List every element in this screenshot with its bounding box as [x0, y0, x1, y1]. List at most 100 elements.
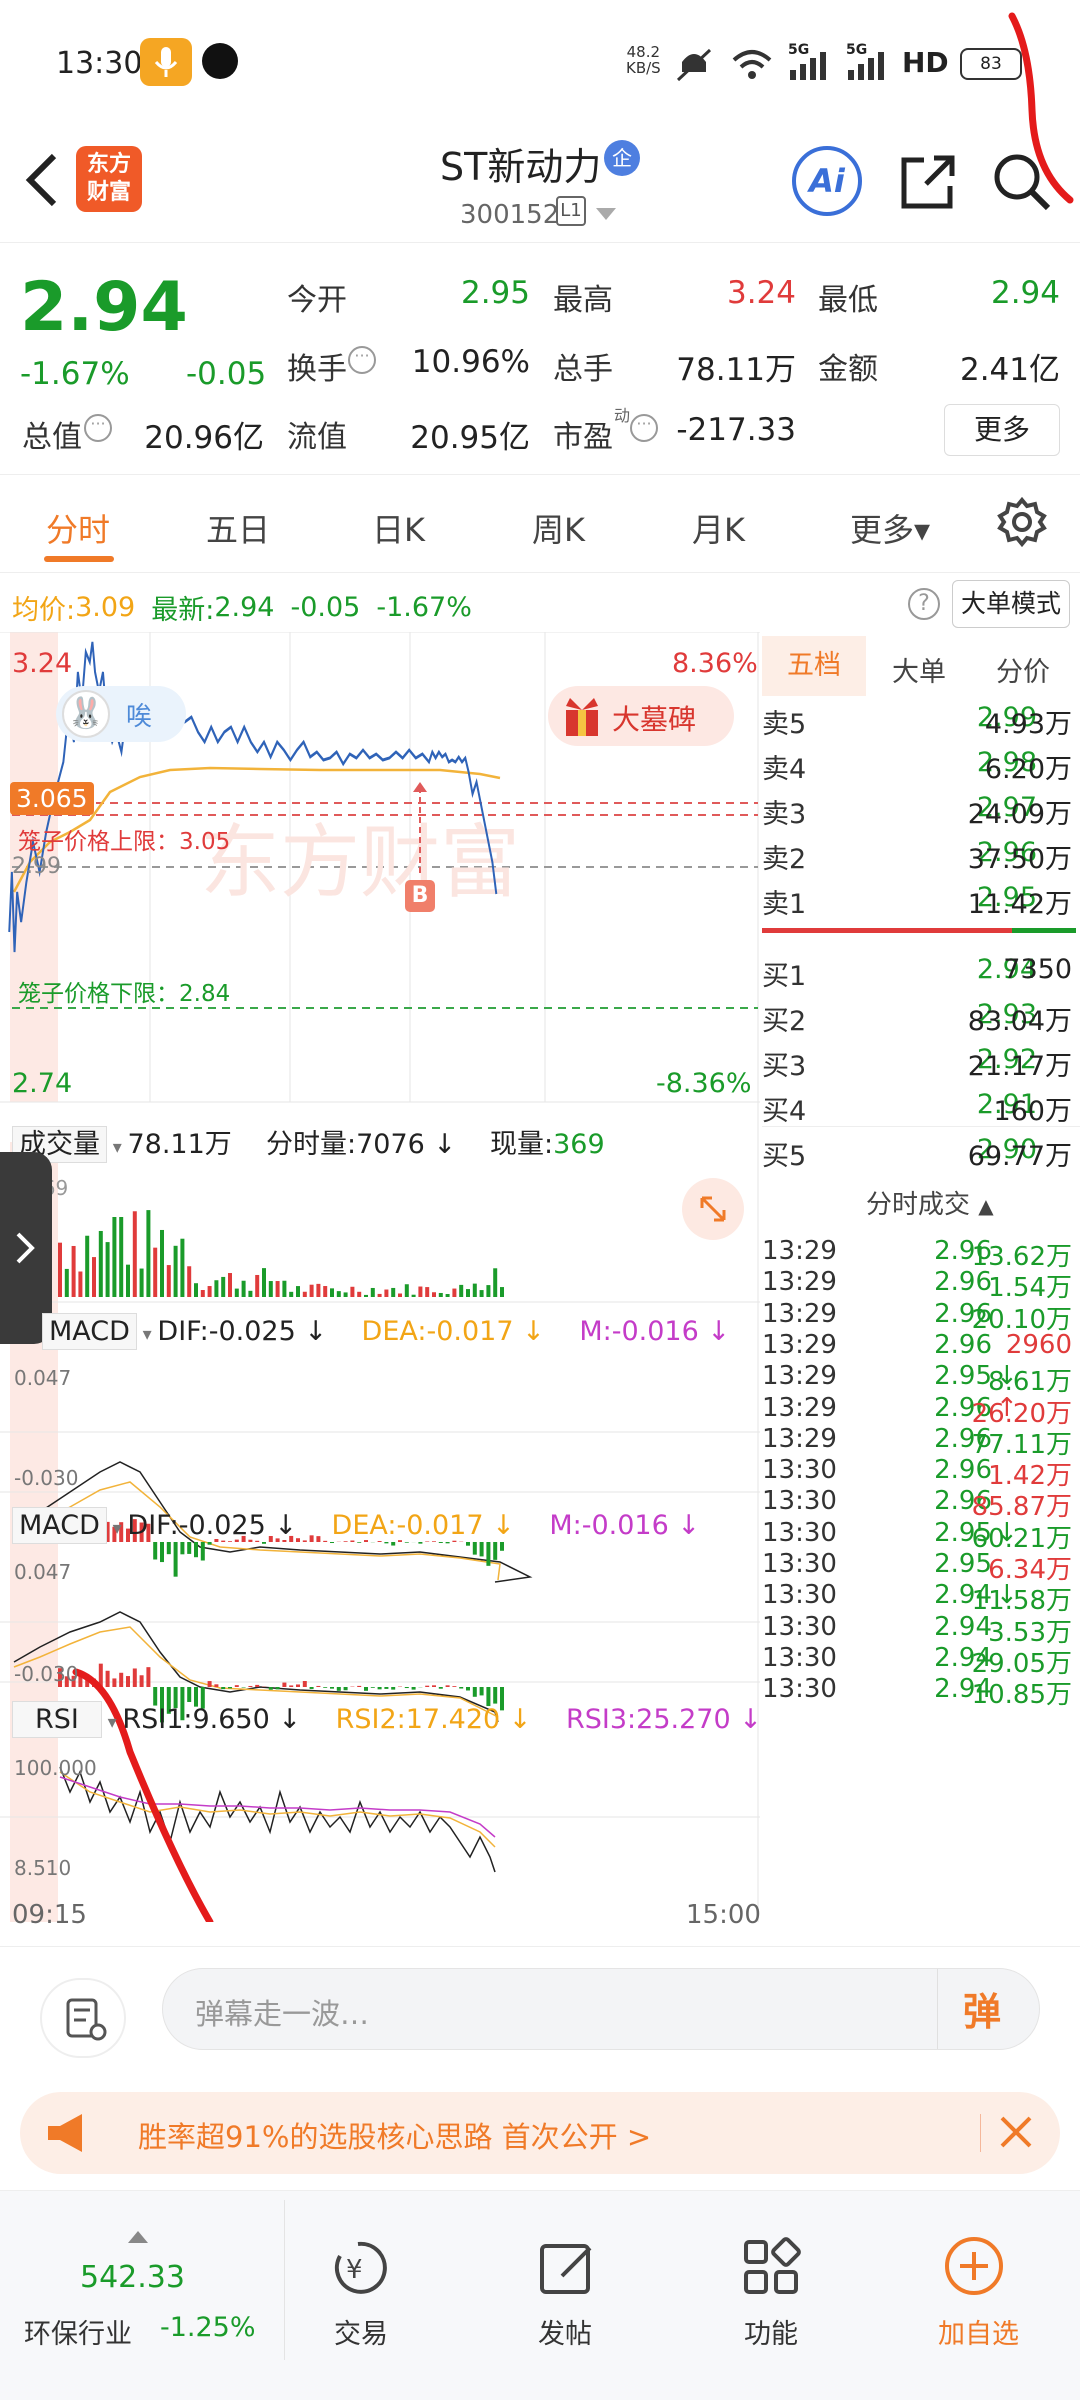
chart-bar [98, 1230, 103, 1297]
chart-bar [262, 1542, 266, 1544]
chart-bar [425, 1287, 430, 1297]
status-time: 13:30 [56, 46, 143, 81]
close-icon[interactable] [996, 2112, 1036, 2156]
trade-label[interactable]: 交易 [334, 2312, 388, 2351]
function-label[interactable]: 功能 [744, 2312, 798, 2351]
chart-bar [241, 1280, 246, 1297]
grid-icon[interactable] [740, 2236, 804, 2304]
status-bar: 13:30 48.2 KB/S 5G 5G HD 83 [0, 0, 1080, 130]
chart-bar [248, 1685, 253, 1687]
divider [980, 2114, 981, 2152]
add-circle-icon[interactable] [942, 2234, 1006, 2302]
chart-bar [404, 1542, 409, 1543]
trade-price: 2.94 [934, 1611, 992, 1642]
tab-price-dist[interactable]: 分价 [996, 650, 1050, 689]
chart-bar [228, 1273, 232, 1297]
chart-bar [105, 1242, 110, 1297]
trade-time: 13:30 [762, 1642, 837, 1673]
order-book-row[interactable]: 卖5 2.99 4.93万 [762, 702, 1076, 742]
info-icon[interactable]: ··· [84, 414, 112, 442]
order-book-row[interactable]: 买2 2.93 83.04万 [762, 999, 1076, 1039]
order-book-row[interactable]: 卖3 2.97 24.09万 [762, 792, 1076, 832]
order-volume: 4.93万 [984, 709, 1072, 740]
chart-bar [78, 1271, 83, 1297]
info-icon[interactable]: ··· [348, 346, 376, 374]
tab-weekly[interactable]: 周K [532, 505, 585, 551]
chart-bar [486, 1542, 491, 1566]
gear-icon[interactable] [996, 496, 1048, 552]
trade-row: 13:30 2.95 ↓ 60.21万 [762, 1518, 1080, 1554]
chart-bar [350, 1286, 355, 1297]
buy-marker[interactable]: B [405, 880, 435, 912]
chart-bar [479, 1687, 484, 1696]
chart-bar [384, 1289, 389, 1297]
macd1-selector[interactable]: MACD [42, 1313, 137, 1350]
chat-icon [202, 43, 238, 79]
back-icon[interactable] [22, 150, 62, 214]
promo-banner[interactable]: 胜率超91%的选股核心思路 首次公开 > [20, 2092, 1060, 2174]
chart-bar [452, 1686, 457, 1687]
order-book-row[interactable]: 买5 2.90 69.77万 [762, 1134, 1076, 1174]
mascot-bubble[interactable]: 🐰 唉 [56, 686, 186, 742]
index-name[interactable]: 环保行业 [24, 2312, 132, 2351]
chart-bar [302, 1291, 307, 1297]
order-volume: 21.17万 [967, 1051, 1072, 1082]
chart-bar [432, 1541, 436, 1542]
chart-top-pct: 8.36% [672, 648, 758, 679]
rsi-selector[interactable]: RSI [12, 1701, 102, 1738]
chevron-down-icon[interactable] [594, 206, 618, 226]
trade-time: 13:30 [762, 1486, 837, 1517]
trades-title[interactable]: 分时成交 ▲ [866, 1184, 994, 1221]
tab-minute[interactable]: 分时 [46, 505, 110, 551]
edit-icon[interactable] [536, 2236, 600, 2304]
tab-daily[interactable]: 日K [372, 505, 425, 551]
chart-bar [282, 1280, 287, 1297]
ai-button[interactable]: Ai [792, 146, 862, 216]
chart-bar [221, 1276, 226, 1297]
post-label[interactable]: 发帖 [538, 2312, 592, 2351]
danmaku-send-button[interactable]: 弹 [963, 1981, 1001, 2036]
trade-icon[interactable]: ¥ [326, 2236, 390, 2304]
trade-row: 13:30 2.96 85.87万 [762, 1486, 1080, 1522]
hd-indicator: HD [902, 46, 949, 79]
chart-bar [268, 1687, 273, 1690]
tab-5day[interactable]: 五日 [206, 505, 270, 551]
order-book-row[interactable]: 卖1 2.95 11.42万 [762, 882, 1076, 922]
event-tag-text: 大墓碑 [612, 703, 697, 736]
level-badge[interactable]: L1 [556, 196, 586, 226]
danmaku-settings-icon[interactable] [40, 1978, 126, 2058]
chart-bar [411, 1687, 416, 1690]
chart-bar [432, 1685, 436, 1687]
chart-bar [173, 1245, 178, 1297]
info-icon[interactable]: ··· [630, 414, 658, 442]
share-icon[interactable] [896, 150, 960, 218]
tab-monthly[interactable]: 月K [692, 505, 745, 551]
expand-icon[interactable] [682, 1178, 744, 1240]
order-book-row[interactable]: 买3 2.92 21.17万 [762, 1044, 1076, 1084]
tab-big-order[interactable]: 大单 [892, 650, 946, 689]
tab-five-levels[interactable]: 五档 [762, 636, 866, 696]
macd2-selector[interactable]: MACD [12, 1507, 107, 1544]
event-tag[interactable]: 大墓碑 [548, 686, 734, 746]
order-book-row[interactable]: 买1 2.94 7350 [762, 954, 1076, 994]
order-book-row[interactable]: 卖2 2.96 37.50万 [762, 837, 1076, 877]
chart-bar [160, 1229, 164, 1297]
tab-more[interactable]: 更多▾ [850, 505, 930, 551]
big-order-mode-button[interactable]: 大单模式 [952, 580, 1070, 628]
last-price: 2.94 [20, 268, 188, 347]
change-value: -0.05 [186, 356, 267, 392]
comment-input[interactable]: 弹幕走一波… 弹 [162, 1968, 1040, 2050]
order-level-label: 买5 [762, 1141, 807, 1172]
chart-bar [112, 1217, 117, 1297]
chart-bar [404, 1284, 409, 1297]
index-value[interactable]: 542.33 [80, 2260, 185, 2295]
order-book-row[interactable]: 买4 2.91 160万 [762, 1089, 1076, 1129]
chart-bar [316, 1685, 321, 1687]
more-button[interactable]: 更多 [944, 404, 1060, 456]
gift-icon [562, 694, 602, 738]
add-watchlist-label[interactable]: 加自选 [938, 2312, 1019, 2351]
help-icon[interactable]: ? [908, 588, 940, 620]
order-book-row[interactable]: 卖4 2.98 6.20万 [762, 747, 1076, 787]
chart-bar [472, 1542, 477, 1555]
chart-bar [153, 1687, 158, 1706]
